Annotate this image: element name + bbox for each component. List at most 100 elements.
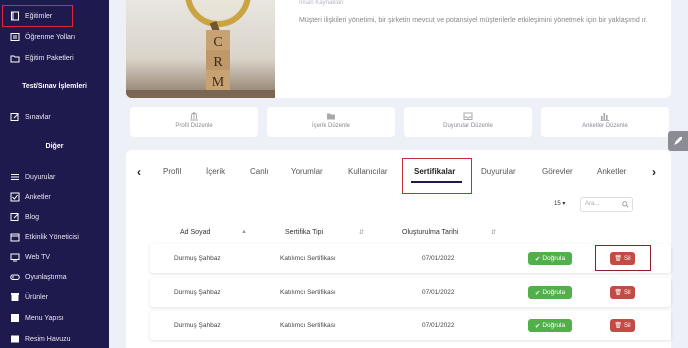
table-row: Durmuş Şahbaz Katılımcı Sertifikası 07/0…	[150, 244, 671, 273]
sidebar-item-blog[interactable]: Blog	[10, 212, 39, 222]
announcements-edit-label: Duyurular Düzenle	[443, 123, 493, 129]
cell-type: Katılımcı Sertifikası	[280, 322, 336, 329]
cell-date: 07/01/2022	[422, 322, 455, 329]
tab-anketler[interactable]: Anketler	[597, 167, 626, 176]
sidebar-item-label: Öğrenme Yolları	[25, 33, 76, 41]
verify-label: Doğrula	[542, 289, 566, 296]
edit-icon	[10, 113, 19, 121]
cell-type: Katılımcı Sertifikası	[280, 289, 336, 296]
sidebar-item-resim-havuzu[interactable]: Resim Havuzu	[10, 334, 71, 344]
book-icon	[11, 11, 19, 21]
delete-button[interactable]: 🗑 Sil	[610, 286, 635, 299]
page-size-select[interactable]: 15 ▾	[554, 200, 565, 207]
trash-icon: 🗑	[614, 290, 622, 296]
sidebar-item-label: Web TV	[25, 253, 51, 261]
folder-icon	[327, 113, 335, 120]
verify-button[interactable]: ✔ Doğrula	[528, 252, 572, 265]
chevron-down-icon: ▾	[562, 201, 566, 207]
sidebar-item-ogrenme-yollari[interactable]: Öğrenme Yolları	[10, 32, 75, 42]
sidebar-item-web-tv[interactable]: Web TV	[10, 252, 50, 262]
sidebar-item-label: Resim Havuzu	[25, 335, 71, 343]
sidebar-item-anketler[interactable]: Anketler	[10, 192, 51, 202]
table-row: Durmuş Şahbaz Katılımcı Sertifikası 07/0…	[150, 278, 671, 307]
sidebar-item-label: Anketler	[25, 193, 51, 201]
sort-icon[interactable]: ⇵	[491, 229, 496, 236]
tab-kullanicilar[interactable]: Kullanıcılar	[348, 167, 388, 176]
section-heading-other: Diğer	[45, 143, 64, 150]
sidebar-item-label: Eğitim Paketleri	[25, 54, 74, 62]
training-description: Müşteri ilişkileri yönetimi, bir şirketi…	[299, 17, 648, 24]
tab-profil[interactable]: Profil	[163, 167, 181, 176]
search-icon	[622, 201, 629, 208]
sidebar-item-egitim-paketleri[interactable]: Eğitim Paketleri	[10, 53, 74, 63]
cell-date: 07/01/2022	[422, 255, 455, 262]
sidebar-item-etkinlik-yoneticisi[interactable]: Etkinlik Yöneticisi	[10, 232, 79, 242]
column-header-type[interactable]: Sertifika Tipi	[285, 229, 323, 236]
sidebar-item-label: Eğitimler	[25, 12, 53, 20]
sidebar-item-egitimler[interactable]: Eğitimler	[10, 11, 52, 21]
delete-label: Sil	[623, 322, 631, 329]
surveys-edit-button[interactable]: Anketler Düzenle	[541, 107, 669, 137]
tab-yorumlar[interactable]: Yorumlar	[291, 167, 323, 176]
image-letter-m: M	[212, 75, 225, 90]
sidebar-item-duyurular[interactable]: Duyurular	[10, 172, 55, 182]
verify-label: Doğrula	[542, 322, 566, 329]
sidebar-item-oyunlastirma[interactable]: Oyunlaştırma	[10, 272, 67, 282]
sidebar-item-menu-yapisi[interactable]: Menu Yapısı	[10, 313, 64, 323]
tab-canli[interactable]: Canlı	[250, 167, 269, 176]
cell-type: Katılımcı Sertifikası	[280, 255, 336, 262]
announcements-edit-button[interactable]: Duyurular Düzenle	[404, 107, 532, 137]
rocket-icon	[674, 137, 682, 145]
cell-name: Durmuş Şahbaz	[174, 255, 221, 262]
sidebar-item-label: Menu Yapısı	[25, 314, 64, 322]
table-row: Durmuş Şahbaz Katılımcı Sertifikası 07/0…	[150, 311, 671, 340]
training-header-card: C R M İnsan Kaynakları Müşteri ilişkiler…	[126, 0, 671, 98]
search-input[interactable]: Ara...	[580, 197, 633, 212]
sort-icon[interactable]: ⇵	[359, 229, 364, 236]
sidebar-item-label: Oyunlaştırma	[25, 273, 67, 281]
tabs-prev-arrow[interactable]: ‹	[137, 165, 141, 179]
verify-label: Doğrula	[542, 255, 566, 262]
profile-edit-label: Profil Düzenle	[175, 123, 213, 129]
folder-icon	[10, 55, 20, 63]
tab-duyurular[interactable]: Duyurular	[481, 167, 516, 176]
tab-gorevler[interactable]: Görevler	[542, 167, 573, 176]
sidebar-item-label: Duyurular	[25, 173, 56, 181]
sidebar-item-sinavlar[interactable]: Sınavlar	[10, 112, 51, 122]
check-icon: ✔	[534, 322, 541, 330]
highlight-box	[402, 158, 472, 194]
list-icon	[11, 174, 19, 180]
trash-icon: 🗑	[614, 323, 622, 329]
menu-icon	[11, 314, 19, 322]
sort-icon[interactable]: ▲	[241, 229, 247, 235]
sidebar-item-urunler[interactable]: Ürünler	[10, 292, 48, 302]
rocket-button[interactable]	[668, 131, 688, 151]
profile-edit-button[interactable]: Profil Düzenle	[130, 107, 258, 137]
page-size-value: 15	[554, 201, 561, 207]
sidebar-item-label: Blog	[25, 213, 40, 221]
image-letter-r: R	[213, 55, 223, 70]
content-edit-button[interactable]: İçerik Düzenle	[267, 107, 395, 137]
gamepad-icon	[10, 274, 20, 280]
category-label: İnsan Kaynakları	[299, 0, 344, 6]
column-header-date[interactable]: Oluşturulma Tarihi	[402, 229, 458, 236]
cell-name: Durmuş Şahbaz	[174, 322, 221, 329]
tab-icerik[interactable]: İçerik	[206, 167, 225, 176]
delete-button[interactable]: 🗑 Sil	[610, 319, 635, 332]
column-header-name[interactable]: Ad Soyad	[180, 229, 210, 236]
verify-button[interactable]: ✔ Doğrula	[528, 286, 572, 299]
highlight-box	[595, 245, 651, 271]
verify-button[interactable]: ✔ Doğrula	[528, 319, 572, 332]
tabs-next-arrow[interactable]: ›	[652, 165, 656, 179]
search-placeholder: Ara...	[585, 201, 600, 207]
inbox-icon	[463, 112, 473, 120]
delete-label: Sil	[623, 289, 631, 296]
sidebar-item-label: Ürünler	[25, 293, 48, 301]
image-icon	[11, 335, 19, 343]
edit-icon	[10, 213, 19, 221]
checklist-icon	[10, 192, 20, 202]
cell-date: 07/01/2022	[422, 289, 455, 296]
list-icon	[10, 33, 20, 41]
bar-chart-icon	[600, 113, 610, 121]
sidebar-item-label: Etkinlik Yöneticisi	[25, 233, 79, 241]
